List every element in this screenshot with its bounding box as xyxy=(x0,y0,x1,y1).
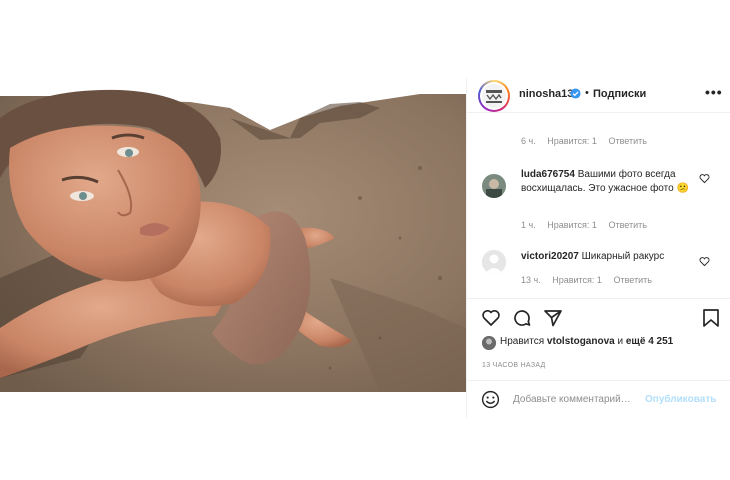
comment-likes[interactable]: Нравится: 1 xyxy=(547,136,597,146)
author-avatar-logo xyxy=(486,90,502,103)
reply-button[interactable]: Ответить xyxy=(608,136,646,146)
post-photo[interactable] xyxy=(0,78,466,392)
header-separator: • xyxy=(585,87,589,99)
comment-likes[interactable]: Нравится: 1 xyxy=(552,275,602,285)
commenter-avatar[interactable] xyxy=(482,174,506,198)
publish-button[interactable]: Опубликовать xyxy=(645,394,716,405)
comment-meta: 13 ч. Нравится: 1 Ответить xyxy=(521,275,661,285)
post-header: ninosha13 • Подписки ••• xyxy=(467,78,730,113)
divider xyxy=(467,298,730,299)
reply-button[interactable]: Ответить xyxy=(608,220,646,230)
following-button[interactable]: Подписки xyxy=(593,88,646,100)
liker-avatar[interactable] xyxy=(482,336,496,350)
commenter-avatar[interactable] xyxy=(482,250,506,274)
more-options-icon[interactable]: ••• xyxy=(705,84,723,100)
comment-username[interactable]: victori20207 xyxy=(521,251,579,262)
reply-button[interactable]: Ответить xyxy=(613,275,651,285)
comment-bubble-icon[interactable] xyxy=(512,308,532,328)
divider xyxy=(467,380,730,381)
post-photo-image xyxy=(0,89,466,392)
author-username[interactable]: ninosha13 xyxy=(519,88,573,100)
likes-middle: и xyxy=(617,336,624,347)
author-avatar[interactable] xyxy=(478,80,510,112)
like-comment-heart-icon[interactable] xyxy=(699,173,710,184)
comment-item: victori20207 Шикарный ракурс xyxy=(521,250,707,264)
comment-meta: 6 ч. Нравится: 1 Ответить xyxy=(521,136,656,146)
likes-prefix: Нравится xyxy=(500,336,545,347)
liker-username[interactable]: vtolstoganova xyxy=(547,336,615,347)
comment-text: Шикарный ракурс xyxy=(581,251,665,262)
like-comment-heart-icon[interactable] xyxy=(699,256,710,267)
save-bookmark-icon[interactable] xyxy=(701,308,721,328)
comment-input[interactable]: Добавьте комментарий… xyxy=(513,394,631,405)
emoji-icon[interactable] xyxy=(481,390,500,409)
post-timestamp[interactable]: 13 ЧАСОВ НАЗАД xyxy=(482,362,546,369)
comment-time: 6 ч. xyxy=(521,136,536,146)
comment-time: 13 ч. xyxy=(521,275,541,285)
post-panel: ninosha13 • Подписки ••• 6 ч. Нравится: … xyxy=(466,78,730,418)
comment-username[interactable]: luda676754 xyxy=(521,169,575,180)
verified-badge-icon xyxy=(570,88,581,99)
likes-summary: Нравится vtolstoganova и ещё 4 251 xyxy=(500,336,673,347)
share-paper-plane-icon[interactable] xyxy=(543,308,563,328)
like-heart-icon[interactable] xyxy=(481,308,501,328)
likes-count[interactable]: ещё 4 251 xyxy=(626,336,673,347)
comment-time: 1 ч. xyxy=(521,220,536,230)
comment-item: luda676754 Вашими фото всегда восхищалас… xyxy=(521,168,707,196)
comment-likes[interactable]: Нравится: 1 xyxy=(547,220,597,230)
comment-meta: 1 ч. Нравится: 1 Ответить xyxy=(521,220,656,230)
